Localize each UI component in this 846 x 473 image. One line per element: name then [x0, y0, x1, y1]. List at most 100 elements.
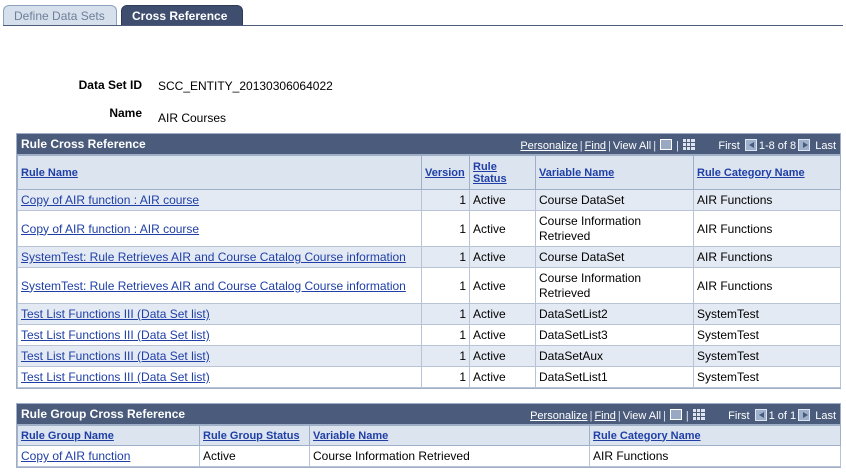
version-cell: 1 — [421, 303, 470, 325]
status-cell: Active — [469, 246, 536, 268]
data-set-id-value: SCC_ENTITY_20130306064022 — [158, 79, 333, 93]
category-cell: SystemTest — [693, 345, 841, 367]
col-rule-name[interactable]: Rule Name — [17, 155, 422, 190]
table-row: Test List Functions III (Data Set list) … — [17, 324, 841, 346]
table-row: Copy of AIR function Active Course Infor… — [17, 445, 841, 467]
col-rule-category[interactable]: Rule Category Name — [693, 155, 841, 190]
grid-toolbar: Personalize | Find | View All | | First 1 of 1… — [530, 409, 836, 422]
variable-cell: DataSetList2 — [535, 303, 694, 325]
tab-cross-reference[interactable]: Cross Reference — [121, 5, 243, 26]
table-row: Test List Functions III (Data Set list) … — [17, 345, 841, 367]
status-cell: Active — [469, 189, 536, 211]
category-cell: AIR Functions — [693, 189, 841, 211]
variable-cell: Course DataSet — [535, 189, 694, 211]
rule-group-cross-reference-grid: Rule Group Cross Reference Personalize | F… — [16, 403, 841, 468]
last-label: Last — [815, 410, 836, 422]
row-range: 1-8 of 8 — [758, 140, 797, 152]
variable-cell: Course Information Retrieved — [535, 267, 694, 304]
version-cell: 1 — [421, 366, 470, 388]
next-arrow-icon[interactable] — [798, 139, 811, 151]
table-header-row: Rule Name Version Rule Status Variable N… — [17, 155, 841, 190]
rule-table: Rule Name Version Rule Status Variable N… — [17, 155, 841, 388]
table-row: Test List Functions III (Data Set list) … — [17, 366, 841, 388]
tab-baseline — [3, 25, 843, 26]
version-cell: 1 — [421, 324, 470, 346]
grid-title: Rule Group Cross Reference — [21, 407, 186, 421]
category-cell: AIR Functions — [693, 246, 841, 268]
rule-name-link[interactable]: SystemTest: Rule Retrieves AIR and Cours… — [21, 250, 406, 264]
table-row: SystemTest: Rule Retrieves AIR and Cours… — [17, 267, 841, 304]
col-variable-name[interactable]: Variable Name — [309, 425, 590, 446]
first-label: First — [728, 410, 750, 422]
version-cell: 1 — [421, 267, 470, 304]
version-cell: 1 — [421, 345, 470, 367]
table-row: SystemTest: Rule Retrieves AIR and Cours… — [17, 246, 841, 268]
col-rule-group-name[interactable]: Rule Group Name — [17, 425, 200, 446]
status-cell: Active — [469, 324, 536, 346]
rule-name-link[interactable]: Test List Functions III (Data Set list) — [21, 370, 210, 384]
variable-cell: DataSetList3 — [535, 324, 694, 346]
next-arrow-icon[interactable] — [798, 409, 811, 421]
rule-group-link[interactable]: Copy of AIR function — [21, 449, 130, 463]
version-cell: 1 — [421, 246, 470, 268]
grid-header-bar: Rule Cross Reference Personalize | Find | Vi… — [17, 134, 840, 155]
previous-arrow-icon[interactable] — [744, 139, 757, 151]
view-all-link[interactable]: View All — [623, 410, 661, 422]
rule-cross-reference-grid: Rule Cross Reference Personalize | Find | Vi… — [16, 133, 841, 389]
rule-name-link[interactable]: Test List Functions III (Data Set list) — [21, 328, 210, 342]
zoom-icon[interactable] — [660, 139, 673, 150]
grid-title: Rule Cross Reference — [21, 137, 146, 151]
category-cell: AIR Functions — [693, 267, 841, 304]
find-link[interactable]: Find — [594, 410, 615, 422]
name-value: AIR Courses — [158, 111, 227, 125]
version-cell: 1 — [421, 189, 470, 211]
name-label: Name — [109, 106, 142, 120]
status-cell: Active — [469, 210, 536, 247]
table-row: Copy of AIR function : AIR course 1 Acti… — [17, 189, 841, 211]
first-label: First — [718, 140, 740, 152]
personalize-link[interactable]: Personalize — [530, 410, 587, 422]
rule-name-link[interactable]: Copy of AIR function : AIR course — [21, 222, 199, 236]
rule-group-table: Rule Group Name Rule Group Status Variab… — [17, 425, 841, 467]
rule-name-link[interactable]: Copy of AIR function : AIR course — [21, 193, 199, 207]
status-cell: Active — [469, 366, 536, 388]
table-header-row: Rule Group Name Rule Group Status Variab… — [17, 425, 841, 446]
variable-cell: DataSetList1 — [535, 366, 694, 388]
row-range: 1 of 1 — [768, 410, 797, 422]
category-cell: SystemTest — [693, 303, 841, 325]
personalize-link[interactable]: Personalize — [520, 140, 577, 152]
col-version[interactable]: Version — [421, 155, 470, 190]
tab-define-data-sets[interactable]: Define Data Sets — [3, 5, 117, 26]
rule-name-link[interactable]: Test List Functions III (Data Set list) — [21, 349, 210, 363]
category-cell: AIR Functions — [589, 445, 841, 467]
download-grid-icon[interactable] — [682, 139, 695, 150]
grid-header-bar: Rule Group Cross Reference Personalize | F… — [17, 404, 840, 425]
status-cell: Active — [469, 267, 536, 304]
variable-cell: DataSetAux — [535, 345, 694, 367]
category-cell: AIR Functions — [693, 210, 841, 247]
previous-arrow-icon[interactable] — [754, 409, 767, 421]
table-row: Copy of AIR function : AIR course 1 Acti… — [17, 210, 841, 247]
rule-name-link[interactable]: Test List Functions III (Data Set list) — [21, 307, 210, 321]
table-row: Test List Functions III (Data Set list) … — [17, 303, 841, 325]
col-rule-group-status[interactable]: Rule Group Status — [199, 425, 310, 446]
version-cell: 1 — [421, 210, 470, 247]
find-link[interactable]: Find — [585, 140, 606, 152]
view-all-link[interactable]: View All — [613, 140, 651, 152]
grid-toolbar: Personalize | Find | View All | | First 1-8 of… — [520, 139, 836, 152]
status-cell: Active — [469, 303, 536, 325]
category-cell: SystemTest — [693, 324, 841, 346]
col-rule-category[interactable]: Rule Category Name — [589, 425, 841, 446]
rule-name-link[interactable]: SystemTest: Rule Retrieves AIR and Cours… — [21, 279, 406, 293]
category-cell: SystemTest — [693, 366, 841, 388]
data-set-id-label: Data Set ID — [78, 78, 142, 92]
variable-cell: Course Information Retrieved — [535, 210, 694, 247]
status-cell: Active — [469, 345, 536, 367]
variable-cell: Course Information Retrieved — [309, 445, 590, 467]
zoom-icon[interactable] — [669, 409, 682, 420]
variable-cell: Course DataSet — [535, 246, 694, 268]
col-rule-status[interactable]: Rule Status — [469, 155, 536, 190]
download-grid-icon[interactable] — [692, 409, 705, 420]
last-label: Last — [815, 140, 836, 152]
col-variable-name[interactable]: Variable Name — [535, 155, 694, 190]
